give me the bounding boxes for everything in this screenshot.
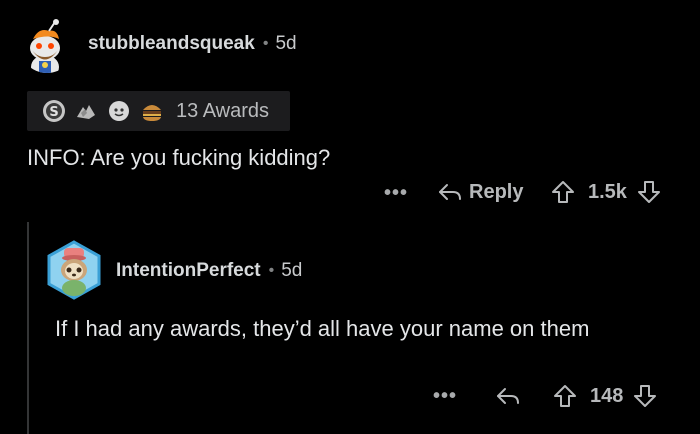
comment-age: 5d: [275, 33, 297, 54]
awards-bar[interactable]: S 13 Awards: [27, 91, 290, 131]
vote-controls: 1.5k: [550, 179, 662, 205]
reply-label: Reply: [469, 180, 524, 203]
upvote-arrow-icon[interactable]: [552, 383, 578, 409]
snoo-avatar-icon: [19, 17, 75, 73]
user-avatar[interactable]: [19, 17, 75, 73]
vote-score: 1.5k: [588, 180, 627, 203]
reply-arrow-icon: [497, 388, 519, 404]
user-avatar[interactable]: [44, 240, 104, 300]
svg-text:S: S: [49, 105, 58, 120]
comment-body: If I had any awards, they’d all have you…: [55, 316, 590, 341]
wholesome-hands-award-icon: [77, 105, 95, 119]
meta-separator: •: [268, 262, 275, 279]
meta-separator: •: [262, 35, 269, 52]
username[interactable]: IntentionPerfect: [116, 260, 261, 282]
upvote-arrow-icon[interactable]: [550, 179, 576, 205]
downvote-arrow-icon[interactable]: [632, 383, 658, 409]
silver-s-award-icon: S: [43, 100, 65, 122]
comment-age: 5d: [281, 260, 303, 281]
sloth-avatar-icon: [47, 240, 101, 300]
thread-line[interactable]: [27, 222, 29, 434]
comment-meta: IntentionPerfect • 5d: [116, 260, 302, 282]
awards-count: 13 Awards: [176, 100, 270, 122]
downvote-arrow-icon[interactable]: [636, 179, 662, 205]
vote-controls: 148: [552, 383, 658, 409]
reply-button[interactable]: Reply: [437, 180, 523, 204]
burger-award-icon: [143, 105, 161, 121]
comment-meta: stubbleandsqueak • 5d: [88, 33, 297, 55]
comment-body: INFO: Are you fucking kidding?: [27, 145, 331, 170]
face-award-icon: [109, 101, 129, 121]
more-options-button[interactable]: •••: [433, 385, 457, 408]
reply-arrow-icon: [439, 184, 461, 200]
more-options-button[interactable]: •••: [384, 182, 408, 205]
reply-button[interactable]: [495, 384, 521, 408]
username[interactable]: stubbleandsqueak: [88, 33, 255, 55]
vote-score: 148: [590, 384, 624, 407]
